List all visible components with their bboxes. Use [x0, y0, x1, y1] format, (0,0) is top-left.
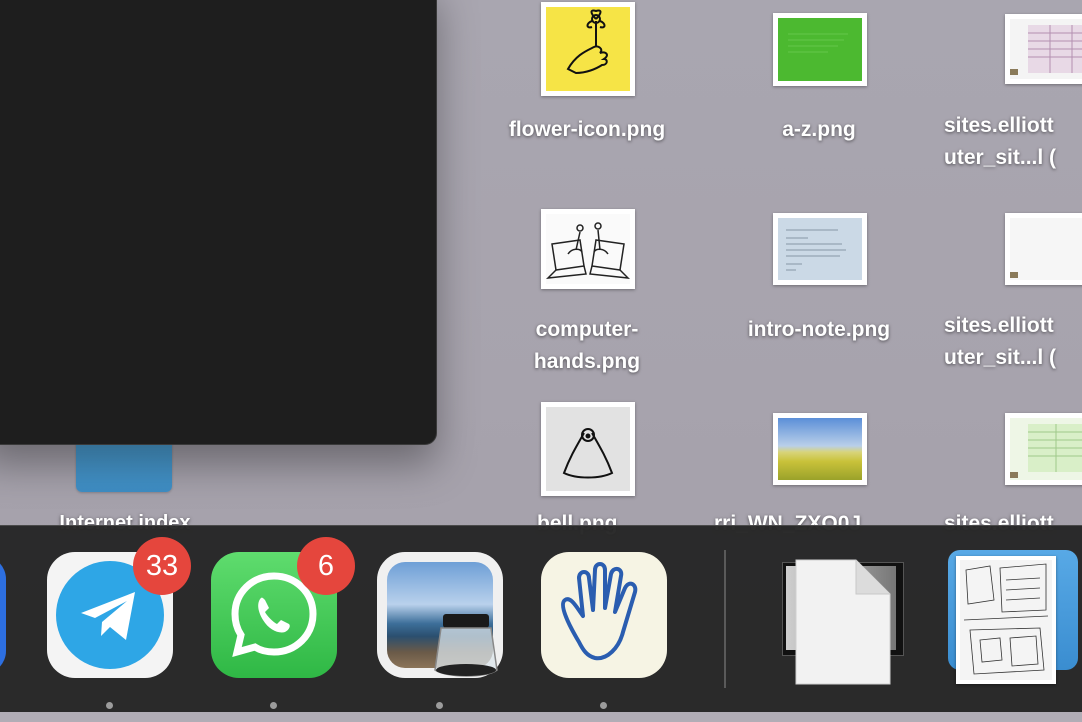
flower-hand-icon	[566, 9, 608, 75]
dock: 33 6	[0, 525, 1082, 713]
running-indicator	[106, 702, 113, 709]
file-label-line2: uter_sit...l (	[944, 346, 1057, 369]
text-lines-icon	[788, 33, 848, 53]
bell-thumbnail	[541, 402, 635, 496]
screenshot-icon	[1010, 424, 1082, 478]
green-document-thumbnail	[773, 13, 867, 86]
file-label-line2: hands.png	[533, 350, 641, 373]
dock-divider	[724, 550, 726, 688]
laptops-icon	[546, 222, 630, 279]
telegram-badge: 33	[133, 537, 191, 595]
running-indicator	[270, 702, 277, 709]
hand-icon[interactable]	[541, 552, 667, 678]
loupe-icon	[434, 614, 498, 677]
running-indicator	[436, 702, 443, 709]
blank-document-icon	[795, 559, 891, 685]
screenshot-thumbnail	[1005, 213, 1082, 285]
file-label: sites.elliott	[944, 114, 1054, 137]
telegram-icon[interactable]: 33	[47, 537, 191, 678]
file-label: sites.elliott	[944, 314, 1054, 337]
sketch-image-icon	[960, 560, 1052, 680]
screenshot-icon	[1010, 272, 1018, 278]
whatsapp-badge: 6	[297, 537, 355, 595]
flower-thumbnail	[541, 2, 635, 96]
bell-icon	[562, 428, 614, 479]
running-indicator	[600, 702, 607, 709]
whatsapp-icon[interactable]: 6	[211, 537, 355, 678]
screen-bottom-edge	[0, 712, 1082, 722]
screenshot-thumbnail	[1005, 14, 1082, 84]
field-photo-thumbnail	[773, 413, 867, 485]
partial-app-icon[interactable]	[0, 556, 6, 674]
desktop: Internet index flower-icon.png a-z.png s…	[0, 0, 1082, 535]
document-stack-icon[interactable]	[782, 554, 904, 688]
file-label: computer-	[535, 318, 639, 341]
computer-hands-thumbnail	[541, 209, 635, 289]
screenshot-thumbnail	[1005, 413, 1082, 485]
preview-icon[interactable]	[377, 552, 503, 678]
image-stack-icon[interactable]	[948, 550, 1082, 690]
dark-window[interactable]	[0, 0, 437, 445]
file-label: a-z.png	[782, 118, 856, 141]
screenshot-icon	[1010, 25, 1082, 75]
file-label-line2: uter_sit...l (	[944, 146, 1057, 169]
file-label: flower-icon.png	[508, 118, 666, 141]
text-lines-icon	[786, 229, 846, 271]
note-thumbnail	[773, 213, 867, 285]
file-label: intro-note.png	[747, 318, 891, 341]
